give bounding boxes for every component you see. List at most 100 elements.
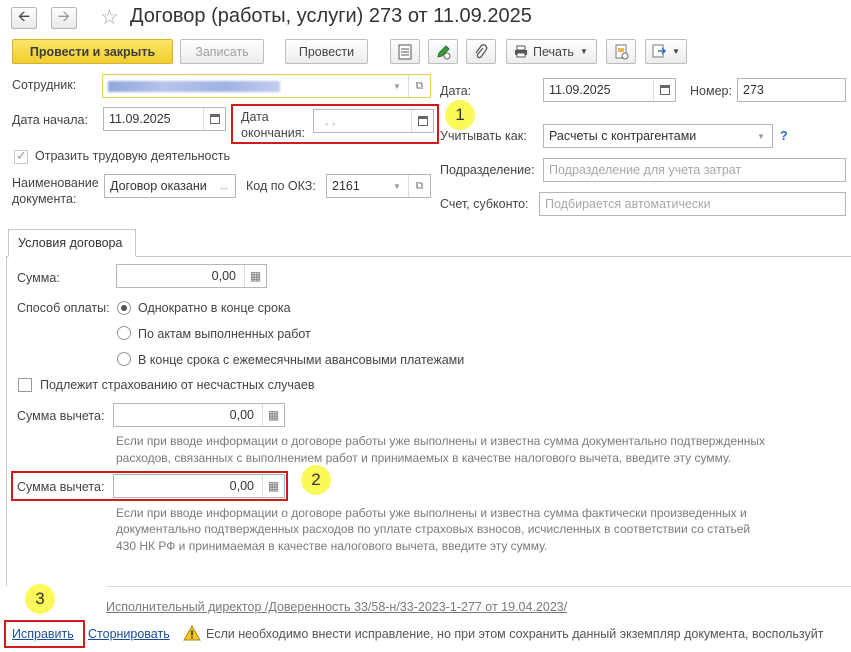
post-button[interactable]: Провести — [285, 39, 368, 64]
calendar-icon — [659, 85, 670, 95]
printer-icon — [515, 45, 527, 58]
employee-dropdown-button[interactable]: ▼ — [386, 75, 408, 97]
calculator-icon: ▦ — [267, 408, 280, 422]
department-field[interactable]: Подразделение для учета затрат — [543, 158, 846, 182]
date-field[interactable]: 11.09.2025 — [543, 78, 676, 102]
attach-button[interactable] — [466, 39, 496, 64]
chevron-down-icon: ▼ — [393, 181, 401, 191]
create-based-on-button[interactable]: ▼ — [645, 39, 687, 64]
edit-button[interactable] — [428, 39, 458, 64]
footer-divider — [107, 586, 851, 587]
save-button[interactable]: Записать — [180, 39, 264, 64]
deduction2-hint-line-3: 430 НК РФ и принимаемая в качестве налог… — [116, 539, 548, 553]
payment-option-2-label: По актам выполненных работ — [138, 327, 311, 341]
deduction1-label: Сумма вычета: — [17, 409, 105, 423]
reverse-link[interactable]: Сторнировать — [88, 627, 170, 641]
sum-label: Сумма: — [17, 271, 60, 285]
calendar-icon — [209, 114, 220, 124]
account-as-label: Учитывать как: — [440, 129, 527, 143]
account-subconto-label: Счет, субконто: — [440, 197, 529, 211]
deduction1-field[interactable]: 0,00 ▦ — [113, 403, 285, 427]
back-button[interactable]: 🡨 — [11, 7, 37, 29]
warning-icon — [183, 625, 201, 641]
insurance-checkbox[interactable] — [18, 378, 32, 392]
pencil-icon — [437, 44, 451, 59]
doc-name-label-1: Наименование — [12, 176, 99, 190]
okz-value: 2161 — [332, 179, 360, 193]
report-icon — [615, 44, 628, 59]
employee-value-blurred — [108, 80, 280, 92]
payment-method-label: Способ оплаты: — [17, 301, 110, 315]
employee-label: Сотрудник: — [12, 78, 77, 92]
window-title: Договор (работы, услуги) 273 от 11.09.20… — [130, 5, 532, 27]
okz-dropdown-button[interactable]: ▼ — [386, 175, 408, 197]
open-icon: ⧉ — [415, 179, 424, 192]
payment-option-3-radio[interactable] — [117, 352, 131, 366]
open-icon: ⧉ — [415, 79, 424, 92]
reflect-activity-label: Отразить трудовую деятельность — [35, 149, 231, 163]
okz-field[interactable]: 2161 ▼ ⧉ — [326, 174, 431, 198]
account-subconto-field[interactable]: Подбирается автоматически — [539, 192, 846, 216]
employee-field[interactable]: ▼ ⧉ — [102, 74, 431, 98]
create-based-icon — [652, 44, 667, 58]
calculator-icon: ▦ — [249, 269, 262, 283]
start-date-field[interactable]: 11.09.2025 — [103, 107, 226, 131]
start-date-calendar-button[interactable] — [203, 108, 225, 130]
reflect-activity-checkbox[interactable]: ✓ — [14, 148, 28, 164]
insurance-label: Подлежит страхованию от несчастных случа… — [40, 378, 315, 392]
print-button[interactable]: Печать ▼ — [506, 39, 597, 64]
sum-value: 0,00 — [211, 269, 236, 283]
department-label: Подразделение: — [440, 163, 535, 177]
highlight-end-date — [231, 104, 439, 144]
doc-name-select-button[interactable]: ... — [213, 175, 235, 197]
journal-button[interactable] — [390, 39, 420, 64]
checkmark-icon: ✓ — [16, 148, 27, 163]
doc-name-field[interactable]: Договор оказани ... — [104, 174, 236, 198]
post-and-close-button[interactable]: Провести и закрыть — [12, 39, 173, 64]
callout-marker-1: 1 — [445, 100, 475, 130]
paperclip-icon — [475, 43, 488, 58]
chevron-down-icon: ▼ — [672, 47, 680, 56]
favorite-star-icon[interactable]: ☆ — [100, 5, 119, 30]
deduction2-hint-line-2: документально подтвержденных расходов по… — [116, 522, 751, 536]
date-calendar-button[interactable] — [653, 79, 675, 101]
tab-panel-left-border — [6, 256, 7, 586]
doc-name-label-2: документа: — [12, 192, 77, 206]
help-button[interactable]: ? — [780, 129, 788, 143]
ellipsis-icon: ... — [219, 180, 229, 192]
document-list-icon — [398, 44, 412, 59]
number-field[interactable]: 273 — [737, 78, 846, 102]
deduction2-hint-line-1: Если при вводе информации о договоре раб… — [116, 506, 747, 520]
number-label: Номер: — [690, 84, 732, 98]
payment-option-1-radio[interactable] — [117, 301, 131, 315]
callout-marker-3: 3 — [25, 584, 55, 614]
okz-label: Код по ОКЗ: — [246, 179, 316, 193]
okz-open-button[interactable]: ⧉ — [408, 175, 430, 197]
number-value: 273 — [743, 83, 764, 97]
sum-calculator-button[interactable]: ▦ — [244, 265, 266, 287]
employee-open-button[interactable]: ⧉ — [408, 75, 430, 97]
deduction1-value: 0,00 — [229, 408, 254, 422]
tab-contract-conditions[interactable]: Условия договора — [8, 229, 136, 257]
account-as-select[interactable]: Расчеты с контрагентами ▼ — [543, 124, 773, 148]
forward-button[interactable]: 🡪 — [51, 7, 77, 29]
deduction1-calculator-button[interactable]: ▦ — [262, 404, 284, 426]
fix-link[interactable]: Исправить — [12, 627, 74, 641]
print-label: Печать — [533, 44, 574, 59]
account-as-dropdown-button[interactable]: ▼ — [750, 125, 772, 147]
deduction1-hint-line-2: расходов, связанных с выполнением работ … — [116, 451, 732, 465]
warning-text: Если необходимо внести исправление, но п… — [206, 627, 824, 641]
report-button[interactable] — [606, 39, 636, 64]
signer-link[interactable]: Исполнительный директор /Доверенность 33… — [106, 600, 567, 614]
date-value: 11.09.2025 — [549, 83, 611, 97]
sum-field[interactable]: 0,00 ▦ — [116, 264, 267, 288]
payment-option-2-radio[interactable] — [117, 326, 131, 340]
account-as-value: Расчеты с контрагентами — [549, 129, 697, 143]
chevron-down-icon: ▼ — [579, 47, 588, 56]
callout-marker-2: 2 — [301, 465, 331, 495]
arrow-left-icon: 🡨 — [17, 7, 31, 25]
start-date-value: 11.09.2025 — [109, 112, 171, 126]
date-label: Дата: — [440, 84, 472, 98]
tab-contract-conditions-label: Условия договора — [18, 236, 123, 250]
deduction1-hint-line-1: Если при вводе информации о договоре раб… — [116, 434, 765, 448]
